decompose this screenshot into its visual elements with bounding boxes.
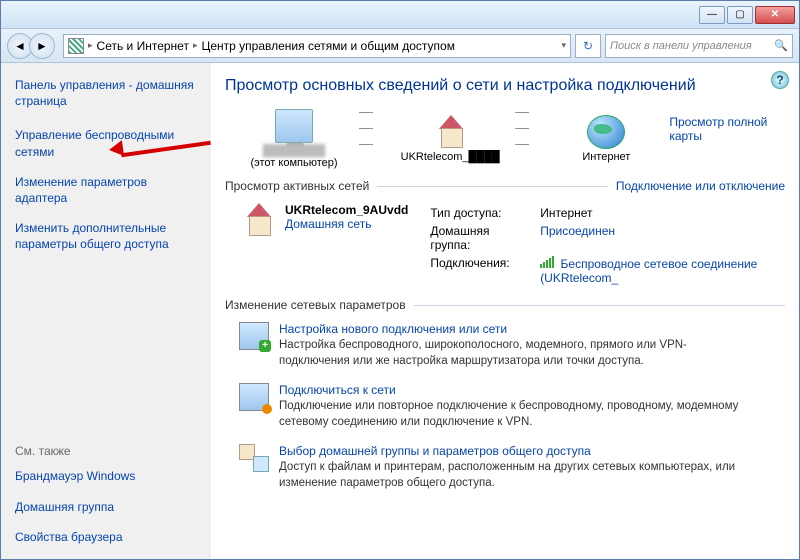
prop-connections-label: Подключения: [424,255,532,286]
active-network-props: Тип доступа: Интернет Домашняя группа: П… [422,203,785,288]
prop-access-label: Тип доступа: [424,205,532,221]
node-this-pc[interactable]: ████████ (этот компьютер) [239,109,349,169]
refresh-button[interactable]: ↻ [575,34,601,58]
connect-network-icon [239,383,269,411]
nav-buttons: ◄ ► [7,33,59,59]
address-bar: ◄ ► ▸ Сеть и Интернет ▸ Центр управления… [1,29,799,63]
prop-homegroup-label: Домашняя группа: [424,223,532,253]
active-network: UKRtelecom_9AUvdd Домашняя сеть Тип дост… [239,203,785,288]
task-link[interactable]: Выбор домашней группы и параметров общег… [279,444,739,458]
breadcrumb-item[interactable]: Сеть и Интернет [97,39,189,53]
homegroup-icon [239,444,269,472]
computer-icon [275,109,313,143]
search-icon: 🔍 [774,39,788,52]
new-connection-icon [239,322,269,350]
connector-icon: — — — [359,103,385,151]
task-desc: Подключение или повторное подключение к … [279,399,739,430]
minimize-button[interactable]: — [699,6,725,24]
control-panel-icon [68,38,84,54]
sidebar: Панель управления - домашняя страница Уп… [1,63,211,559]
help-button[interactable]: ? [771,71,789,89]
prop-access-value: Интернет [534,205,783,221]
node-network[interactable]: UKRtelecom_████ [395,115,505,163]
node-internet-label: Интернет [582,151,630,163]
forward-button[interactable]: ► [29,33,55,59]
task-desc: Настройка беспроводного, широкополосного… [279,338,739,369]
sidebar-see-also: См. также [15,444,197,458]
breadcrumb-item[interactable]: Центр управления сетями и общим доступом [201,39,455,53]
section-title: Изменение сетевых параметров [225,298,406,312]
sidebar-link-adapter[interactable]: Изменение параметров адаптера [15,174,197,206]
sidebar-footer-firewall[interactable]: Брандмауэр Windows [15,468,197,484]
search-input[interactable]: Поиск в панели управления 🔍 [605,34,793,58]
house-icon [239,203,271,237]
section-title: Просмотр активных сетей [225,179,369,193]
task-desc: Доступ к файлам и принтерам, расположенн… [279,460,739,491]
chevron-right-icon: ▸ [193,40,198,51]
titlebar: — ▢ ✕ [1,1,799,29]
signal-icon [540,256,554,268]
house-icon [431,115,469,149]
node-pc-name: ████████ [263,145,325,157]
connector-icon: — — — [515,103,541,151]
network-map: ████████ (этот компьютер) — — — UKRtelec… [225,109,785,169]
breadcrumb[interactable]: ▸ Сеть и Интернет ▸ Центр управления сет… [63,34,571,58]
task-homegroup: Выбор домашней группы и параметров общег… [239,444,785,491]
close-button[interactable]: ✕ [755,6,795,24]
node-pc-sub: (этот компьютер) [250,157,337,169]
chevron-right-icon: ▸ [88,40,93,51]
active-network-info: UKRtelecom_9AUvdd Домашняя сеть [285,203,408,288]
prop-homegroup-link[interactable]: Присоединен [540,224,615,238]
divider [377,186,608,187]
sidebar-footer-homegroup[interactable]: Домашняя группа [15,499,197,515]
node-network-name: UKRtelecom_████ [401,151,500,163]
active-network-name: UKRtelecom_9AUvdd [285,203,408,217]
full-map-link[interactable]: Просмотр полной карты [669,109,785,143]
task-link[interactable]: Настройка нового подключения или сети [279,322,739,336]
arrow-right-icon: ► [36,39,48,53]
sidebar-home-link[interactable]: Панель управления - домашняя страница [15,77,197,109]
content: Панель управления - домашняя страница Уп… [1,63,799,559]
sidebar-link-sharing[interactable]: Изменить дополнительные параметры общего… [15,220,197,252]
refresh-icon: ↻ [583,39,593,53]
globe-icon [587,115,625,149]
search-placeholder: Поиск в панели управления [610,40,752,52]
window-buttons: — ▢ ✕ [699,6,795,24]
window: — ▢ ✕ ◄ ► ▸ Сеть и Интернет ▸ Центр упра… [0,0,800,560]
task-new-connection: Настройка нового подключения или сети На… [239,322,785,369]
active-network-type-link[interactable]: Домашняя сеть [285,217,371,231]
sidebar-footer-browser[interactable]: Свойства браузера [15,529,197,545]
main-panel: ? Просмотр основных сведений о сети и на… [211,63,799,559]
section-change-settings: Изменение сетевых параметров [225,298,785,312]
task-link[interactable]: Подключиться к сети [279,383,739,397]
connect-disconnect-link[interactable]: Подключение или отключение [616,179,785,193]
chevron-down-icon[interactable]: ▾ [561,40,566,51]
divider [414,305,785,306]
prop-connection-link[interactable]: Беспроводное сетевое соединение (UKRtele… [540,257,757,285]
sidebar-footer: См. также Брандмауэр Windows Домашняя гр… [15,444,197,549]
arrow-left-icon: ◄ [14,39,26,53]
task-connect-network: Подключиться к сети Подключение или повт… [239,383,785,430]
maximize-button[interactable]: ▢ [727,6,753,24]
section-active-networks: Просмотр активных сетей Подключение или … [225,179,785,193]
node-internet[interactable]: Интернет [551,115,661,163]
network-map-nodes: ████████ (этот компьютер) — — — UKRtelec… [239,109,661,169]
page-title: Просмотр основных сведений о сети и наст… [225,77,785,95]
sidebar-link-wireless[interactable]: Управление беспроводными сетями [15,127,197,159]
